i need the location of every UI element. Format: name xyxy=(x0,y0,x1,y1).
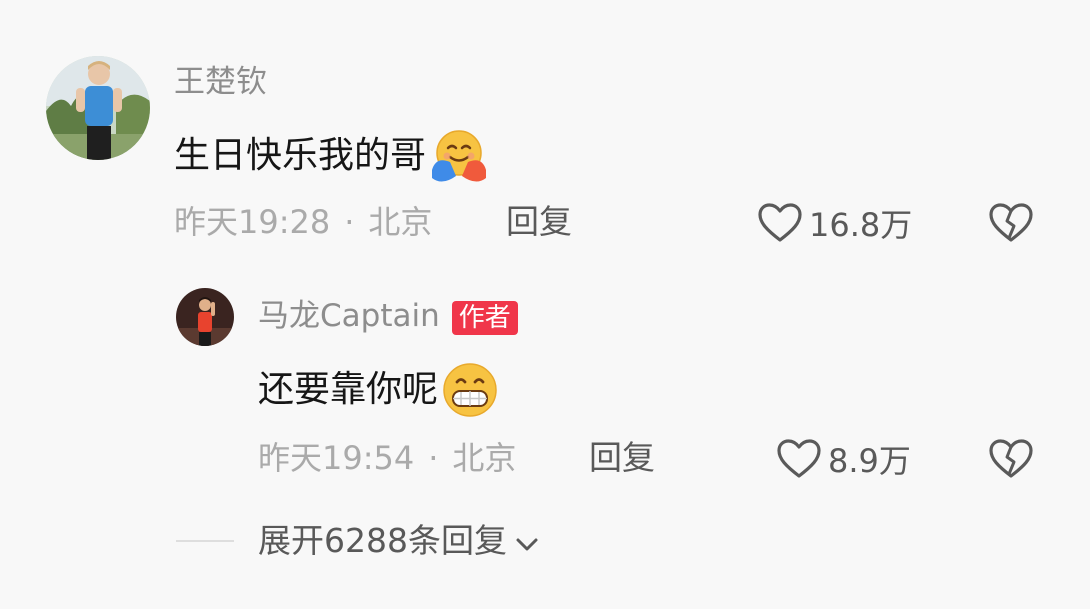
author-badge: 作者 xyxy=(451,300,518,335)
reply-location: 北京 xyxy=(452,439,517,477)
hugging-face-emoji xyxy=(428,126,488,186)
reply-meta: 昨天19:54 · 北京 xyxy=(258,438,516,478)
broken-heart-icon xyxy=(988,439,1034,484)
comment-text-content: 生日快乐我的哥 xyxy=(174,135,427,176)
reply-username-row: 马龙Captain 作者 xyxy=(258,296,518,336)
broken-heart-icon xyxy=(988,203,1034,248)
comment-reply-button[interactable]: 回复 xyxy=(506,202,572,242)
reply-like-button[interactable]: 8.9万 xyxy=(776,438,911,484)
comment-like-count: 16.8万 xyxy=(809,206,913,244)
reply-reply-button[interactable]: 回复 xyxy=(589,438,655,478)
comment-like-button[interactable]: 16.8万 xyxy=(757,202,912,248)
meta-separator: · xyxy=(344,203,355,241)
reply-text-content: 还要靠你呢 xyxy=(258,369,439,410)
comment-avatar[interactable] xyxy=(46,56,150,160)
comment-username[interactable]: 王楚钦 xyxy=(174,62,267,102)
comment-dislike-button[interactable] xyxy=(988,202,1034,248)
chevron-down-icon xyxy=(515,521,539,561)
comment-location: 北京 xyxy=(368,203,433,241)
grinning-face-emoji xyxy=(440,360,500,420)
meta-separator: · xyxy=(428,439,439,477)
comment-meta: 昨天19:28 · 北京 xyxy=(174,202,432,242)
reply-username[interactable]: 马龙Captain xyxy=(258,298,440,334)
comment-text: 生日快乐我的哥 xyxy=(174,126,488,186)
reply-dislike-button[interactable] xyxy=(988,438,1034,484)
heart-icon xyxy=(757,202,803,248)
comment-time: 昨天19:28 xyxy=(174,203,331,241)
reply-avatar[interactable] xyxy=(176,288,234,346)
expand-divider xyxy=(176,540,234,542)
reply-time: 昨天19:54 xyxy=(258,439,415,477)
expand-replies-label: 展开6288条回复 xyxy=(258,521,507,560)
reply-text: 还要靠你呢 xyxy=(258,360,500,420)
reply-like-count: 8.9万 xyxy=(828,442,911,480)
expand-replies-button[interactable]: 展开6288条回复 xyxy=(258,521,539,561)
heart-icon xyxy=(776,438,822,484)
